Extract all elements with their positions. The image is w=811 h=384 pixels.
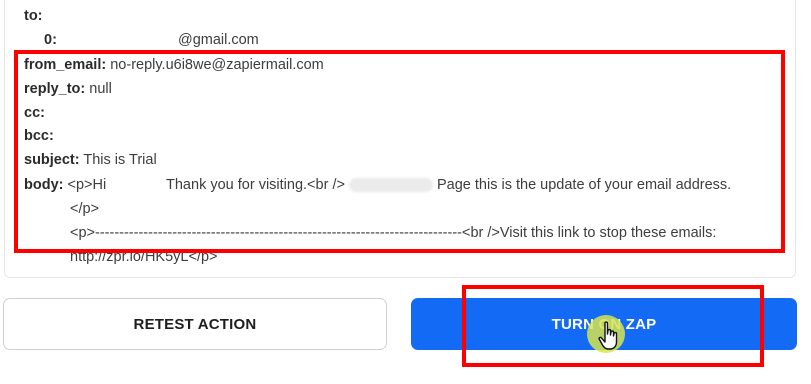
field-to-item: 0: @gmail.com [44,30,259,50]
field-body-line1-c: Page this is the update of your email ad… [437,177,732,193]
field-body-line1-a: <p>Hi [67,177,107,193]
field-body: body: <p>Hi Thank you for visiting.<br /… [24,175,731,195]
redacted-name [110,178,163,193]
field-reply-to-key: reply_to: [24,81,86,97]
turn-on-zap-button[interactable]: TURN ON ZAP [411,298,797,350]
field-bcc-key: bcc: [24,128,54,144]
field-reply-to: reply_to: null [24,79,112,99]
field-to-value: @gmail.com [177,32,259,48]
field-subject-key: subject: [24,152,80,168]
field-body-line3: <p>-------------------------------------… [70,225,717,241]
field-body-key: body: [24,177,64,193]
field-to-key: to: [24,8,43,24]
field-bcc: bcc: [24,126,54,146]
field-from-email-key: from_email: [24,57,107,73]
field-to: to: [24,6,43,26]
redacted-email-user [68,33,174,48]
field-subject: subject: This is Trial [24,150,157,170]
field-subject-value: This is Trial [83,152,157,168]
field-from-email-value: no-reply.u6i8we@zapiermail.com [110,57,324,73]
field-reply-to-value: null [89,81,112,97]
field-body-line1-b: Thank you for visiting.<br /> [166,177,345,193]
retest-action-button[interactable]: RETEST ACTION [3,298,387,350]
redacted-page-name [348,178,433,193]
field-body-line4: http://zpr.io/HK5yL</p> [70,249,218,265]
field-to-index: 0: [44,32,57,48]
field-from-email: from_email: no-reply.u6i8we@zapiermail.c… [24,55,324,75]
field-cc: cc: [24,103,45,123]
field-cc-key: cc: [24,105,45,121]
field-body-line2: </p> [70,201,100,217]
